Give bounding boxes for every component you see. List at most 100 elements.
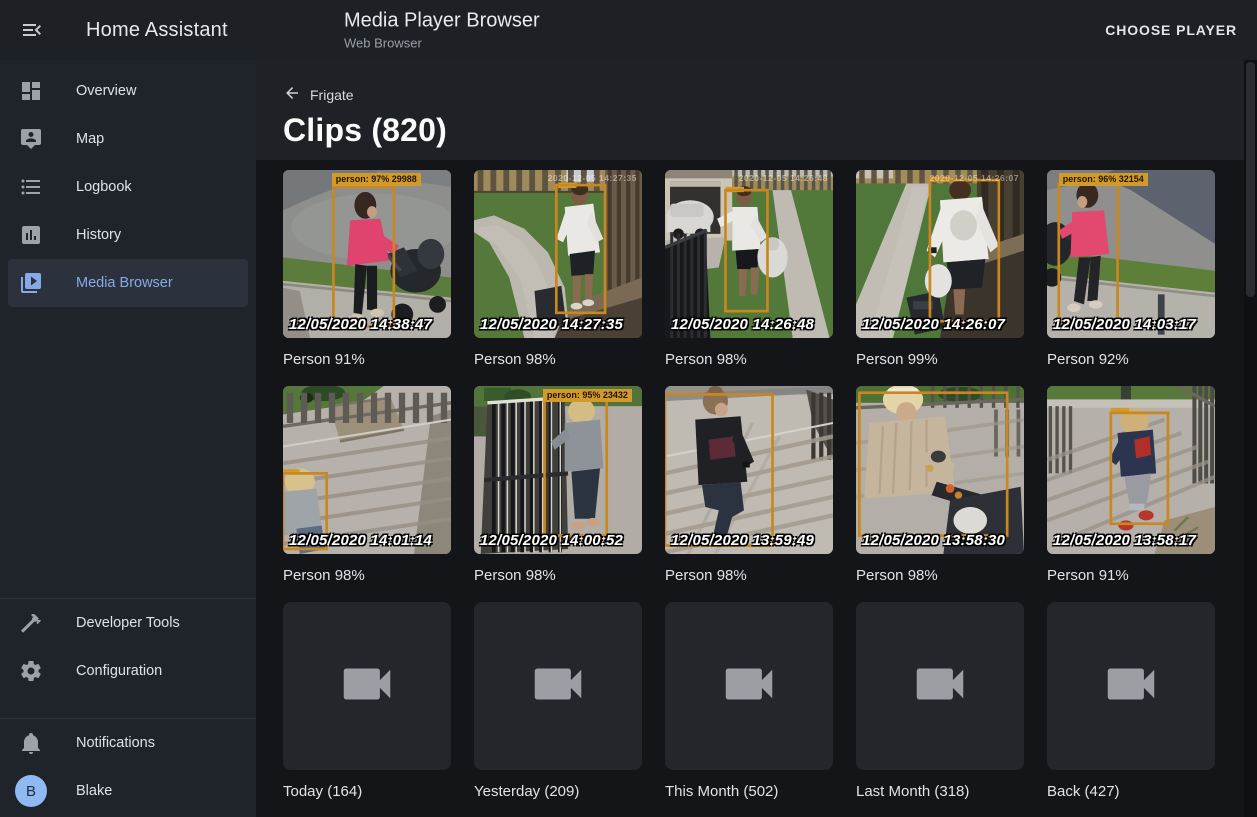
timestamp-overlay: 12/05/2020 13:58:17	[1053, 532, 1196, 549]
folder-card[interactable]: Back (427)	[1047, 602, 1215, 817]
timestamp-overlay: 12/05/2020 14:01:14	[289, 532, 432, 549]
gear-icon	[19, 659, 43, 683]
clip-card[interactable]: person: 96% 32154 12/05/2020 14:03:17 Pers…	[1047, 170, 1215, 386]
video-icon	[718, 653, 780, 720]
clip-caption: Person 98%	[283, 567, 451, 584]
chart-box-icon	[19, 223, 43, 247]
bell-icon	[19, 731, 43, 755]
sidebar-item-map[interactable]: Map	[8, 115, 248, 163]
folders-grid: Today (164) Yesterday (209) This Month (50…	[283, 602, 1244, 817]
scrollbar[interactable]	[1244, 60, 1257, 817]
clip-caption: Person 98%	[474, 351, 642, 368]
clip-card[interactable]: person: 97% 2998812/05/2020 14:38:47 Pers…	[283, 170, 451, 386]
clip-caption: Person 91%	[283, 351, 451, 368]
folder-thumbnail	[1047, 602, 1215, 770]
choose-player-button[interactable]: CHOOSE PLAYER	[1099, 21, 1243, 39]
sidebar-item-configuration[interactable]: Configuration	[8, 647, 248, 695]
camera-osd-timestamp: 2020-12-05 14:26:07	[930, 173, 1019, 183]
clip-card[interactable]: 2020-12-05 14:27:35 12/05/2020 14:27:35 Pe…	[474, 170, 642, 386]
folder-card[interactable]: Yesterday (209)	[474, 602, 642, 817]
camera-osd-timestamp: 2020-12-05 14:27:35	[548, 173, 637, 183]
folder-label: Yesterday (209)	[474, 783, 642, 800]
timestamp-overlay: 12/05/2020 13:58:30	[862, 532, 1005, 549]
clip-caption: Person 98%	[665, 351, 833, 368]
page-heading: Clips (820)	[283, 112, 1244, 149]
video-icon	[1100, 653, 1162, 720]
timestamp-overlay: 12/05/2020 14:38:47	[289, 316, 432, 333]
folder-thumbnail	[474, 602, 642, 770]
user-name: Blake	[76, 783, 112, 799]
clip-thumbnail: 12/05/2020 14:01:14	[283, 386, 451, 554]
media-grid-area: person: 97% 2998812/05/2020 14:38:47 Pers…	[256, 160, 1244, 817]
camera-osd-timestamp: 2020-12-05 14:26:48	[739, 173, 828, 183]
folder-thumbnail	[665, 602, 833, 770]
page-title: Media Player Browser	[344, 10, 540, 33]
detection-label: person: 95% 23432	[543, 389, 632, 402]
clip-thumbnail: 2020-12-05 14:26:48 12/05/2020 14:26:48	[665, 170, 833, 338]
folder-thumbnail	[856, 602, 1024, 770]
clip-thumbnail: person: 96% 32154 12/05/2020 14:03:17	[1047, 170, 1215, 338]
clip-caption: Person 92%	[1047, 351, 1215, 368]
clip-card[interactable]: 2020-12-05 14:26:0712/05/2020 14:26:07Pe…	[856, 170, 1024, 386]
clip-card[interactable]: 12/05/2020 14:01:14 Person 98%	[283, 386, 451, 602]
breadcrumb-back[interactable]: Frigate	[283, 84, 354, 105]
sidebar-item-history[interactable]: History	[8, 211, 248, 259]
clip-thumbnail: 12/05/2020 13:59:49	[665, 386, 833, 554]
sidebar-item-logbook[interactable]: Logbook	[8, 163, 248, 211]
clip-thumbnail: person: 97% 2998812/05/2020 14:38:47	[283, 170, 451, 338]
timestamp-overlay: 12/05/2020 13:59:49	[671, 532, 814, 549]
menu-open-icon	[20, 30, 44, 45]
timestamp-overlay: 12/05/2020 14:03:17	[1053, 316, 1196, 333]
sidebar-item-user-profile[interactable]: B Blake	[8, 767, 248, 815]
avatar: B	[15, 775, 47, 807]
folder-card[interactable]: Today (164)	[283, 602, 451, 817]
breadcrumb-label: Frigate	[310, 87, 354, 103]
scrollbar-thumb[interactable]	[1246, 62, 1255, 297]
app-header: Home Assistant Media Player Browser Web …	[0, 0, 1257, 60]
clip-thumbnail: 2020-12-05 14:26:07 12/05/2020 14:26:07	[856, 170, 1024, 338]
folder-card[interactable]: Last Month (318)	[856, 602, 1024, 817]
clip-caption: Person 91%	[1047, 567, 1215, 584]
app-title: Home Assistant	[86, 19, 228, 42]
timestamp-overlay: 12/05/2020 14:00:52	[480, 532, 623, 549]
video-icon	[336, 653, 398, 720]
sidebar-item-notifications[interactable]: Notifications	[8, 719, 248, 767]
detection-label: person: 96% 32154	[1059, 173, 1148, 186]
list-icon	[19, 175, 43, 199]
folder-label: Last Month (318)	[856, 783, 1024, 800]
timestamp-overlay: 12/05/2020 14:27:35	[480, 316, 623, 333]
clips-grid: person: 97% 2998812/05/2020 14:38:47 Pers…	[283, 170, 1244, 602]
dashboard-icon	[19, 79, 43, 103]
clip-card[interactable]: 12/05/2020 13:59:49 Person 98%	[665, 386, 833, 602]
folder-card[interactable]: This Month (502)	[665, 602, 833, 817]
clip-card[interactable]: 12/05/2020 13:58:30 Person 98%	[856, 386, 1024, 602]
sidebar-item-media-browser[interactable]: Media Browser	[8, 259, 248, 307]
map-account-icon	[19, 127, 43, 151]
clip-card[interactable]: 12/05/2020 13:58:17 Person 91%	[1047, 386, 1215, 602]
clip-thumbnail: 2020-12-05 14:27:35 12/05/2020 14:27:35	[474, 170, 642, 338]
sidebar-spacer	[0, 307, 256, 598]
clip-thumbnail: 12/05/2020 13:58:17	[1047, 386, 1215, 554]
clip-card[interactable]: 2020-12-05 14:26:48 12/05/2020 14:26:48 Pe…	[665, 170, 833, 386]
video-icon	[527, 653, 589, 720]
folder-thumbnail	[283, 602, 451, 770]
play-box-multiple-icon	[19, 271, 43, 295]
clip-thumbnail: person: 95% 23432 12/05/2020 14:00:52	[474, 386, 642, 554]
timestamp-overlay: 12/05/2020 14:26:48	[671, 316, 814, 333]
clip-card[interactable]: person: 95% 23432 12/05/2020 14:00:52 Pers…	[474, 386, 642, 602]
sidebar-gap	[0, 695, 256, 718]
clip-thumbnail: 12/05/2020 13:58:30	[856, 386, 1024, 554]
sidebar: Overview Map Logbook History Media Brows…	[0, 60, 256, 817]
clip-caption: Person 98%	[665, 567, 833, 584]
sidebar-item-overview[interactable]: Overview	[8, 67, 248, 115]
clip-caption: Person 98%	[856, 567, 1024, 584]
timestamp-overlay: 12/05/2020 14:26:07	[862, 316, 1005, 333]
video-icon	[909, 653, 971, 720]
menu-toggle-button[interactable]	[20, 18, 44, 42]
folder-label: Today (164)	[283, 783, 451, 800]
folder-label: Back (427)	[1047, 783, 1215, 800]
content-header: Frigate Clips (820)	[256, 60, 1244, 160]
page-subtitle: Web Browser	[344, 36, 540, 51]
clip-caption: Person 98%	[474, 567, 642, 584]
sidebar-item-developer-tools[interactable]: Developer Tools	[8, 599, 248, 647]
